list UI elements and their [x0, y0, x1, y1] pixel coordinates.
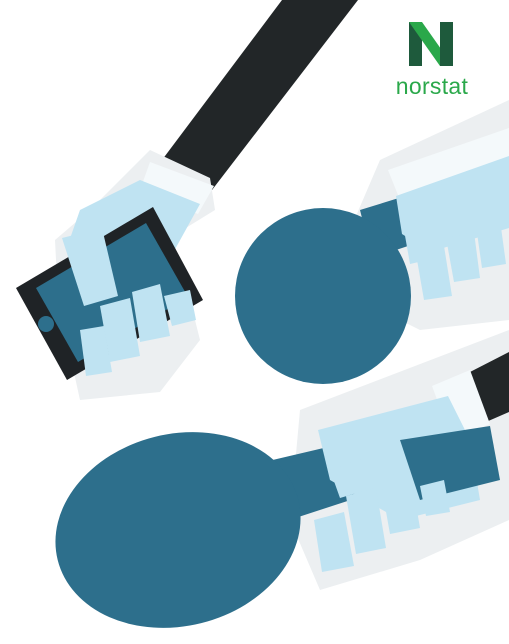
mic-head-shape	[55, 432, 301, 628]
phone-home-button	[38, 316, 54, 332]
microphone-in-hand-icon	[235, 100, 509, 384]
mic-head-shape	[235, 208, 411, 384]
brand-wordmark: norstat	[395, 73, 469, 99]
norstat-n-logo-icon	[409, 22, 453, 66]
sleeve-shape	[156, 0, 358, 190]
norstat-logo: norstat	[384, 22, 480, 102]
logo-right-bar	[440, 22, 453, 66]
